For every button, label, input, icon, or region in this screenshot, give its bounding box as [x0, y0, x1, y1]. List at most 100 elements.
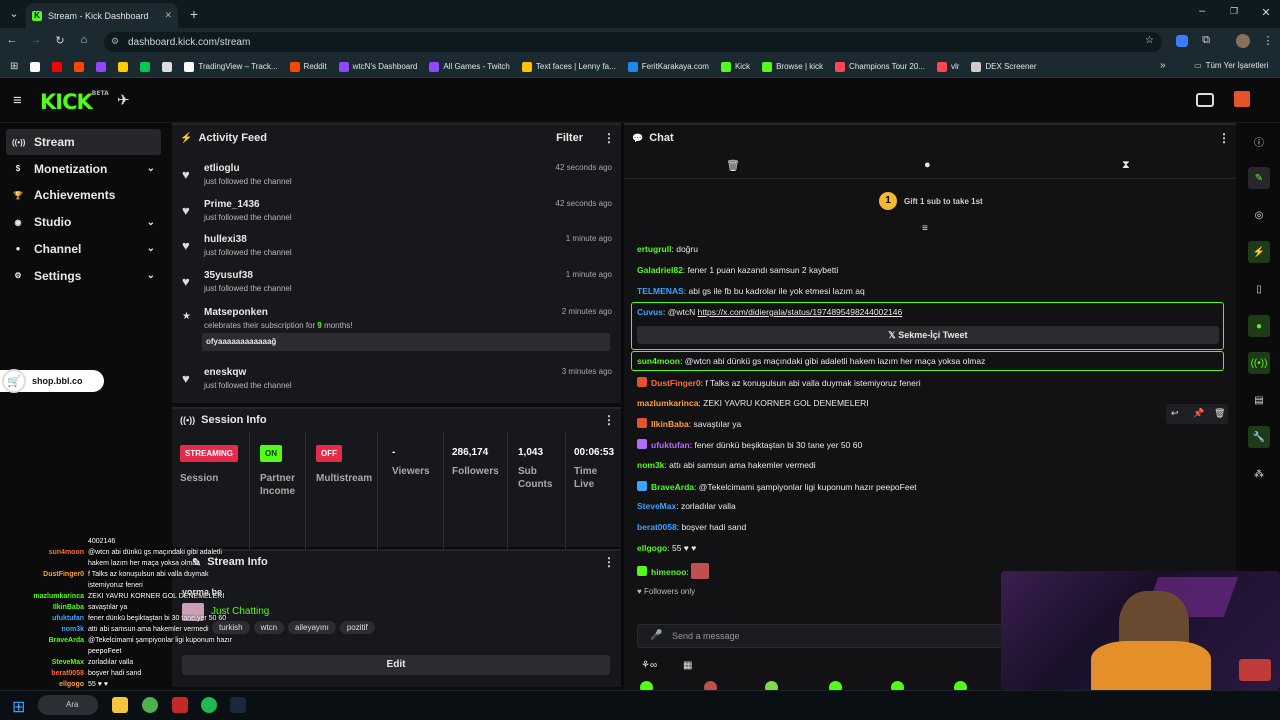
edit-stream-button[interactable]: Edit — [182, 655, 610, 675]
chat-username[interactable]: SteveMax — [637, 501, 676, 511]
chat-username[interactable]: sun4moon — [637, 356, 680, 366]
app-icon[interactable] — [172, 697, 188, 713]
shop-pill[interactable]: 🛒 shop.bbl.co — [0, 369, 104, 393]
layout-icon[interactable]: ▤ — [1248, 389, 1270, 411]
tab-search-icon[interactable]: ⌄ — [4, 7, 24, 20]
chat-username[interactable]: TELMENAS — [637, 286, 684, 296]
chat-username[interactable]: BraveArda — [651, 482, 694, 492]
sidebar-item-channel[interactable]: ● Channel ⌄ — [6, 236, 161, 262]
apps-grid-icon[interactable]: ⊞ — [4, 61, 24, 72]
file-icon[interactable]: ▯ — [1248, 278, 1270, 300]
activity-user[interactable]: 35yusuf38 — [204, 270, 253, 281]
new-tab-icon[interactable]: + — [184, 6, 204, 22]
chat-username[interactable]: himenoo — [651, 567, 686, 577]
bookmark-item[interactable]: All Games - Twitch — [423, 61, 516, 72]
extensions-puzzle-icon[interactable]: ⧉ — [1196, 34, 1216, 47]
camera-icon[interactable]: ◎ — [1248, 204, 1270, 226]
hamburger-menu-icon[interactable]: ≡ — [13, 92, 22, 109]
chrome-icon[interactable] — [142, 697, 158, 713]
reload-icon[interactable]: ↻ — [50, 34, 70, 47]
chat-username[interactable]: berat0058 — [637, 522, 677, 532]
tab-close-icon[interactable]: ✕ — [164, 10, 172, 21]
stream-tag[interactable]: turkish — [212, 621, 250, 634]
activity-user[interactable]: etlioglu — [204, 163, 240, 174]
bookmark-item[interactable]: Kick — [715, 61, 756, 72]
bookmark-item[interactable]: Browse | kick — [756, 61, 829, 72]
taskbar-search[interactable]: Ara — [38, 695, 98, 715]
chat-username[interactable]: DustFinger0 — [651, 378, 701, 388]
maximize-icon[interactable]: ❐ — [1224, 6, 1244, 17]
bookmark-star-icon[interactable]: ☆ — [1145, 35, 1154, 46]
chevron-down-icon[interactable]: ⌄ — [147, 270, 155, 281]
edit-icon[interactable]: ✎ — [1248, 167, 1270, 189]
broadcast-preview-icon[interactable] — [1196, 93, 1214, 107]
chat-mode-icon[interactable]: ● — [924, 159, 931, 171]
microphone-icon[interactable]: 🎤 — [650, 630, 662, 641]
chat-username[interactable]: ertugrull — [637, 244, 671, 254]
chevron-down-icon[interactable]: ⌄ — [147, 163, 155, 174]
wrench-icon[interactable]: 🔧 — [1248, 426, 1270, 448]
channel-avatar[interactable] — [1234, 91, 1250, 107]
chevron-down-icon[interactable]: ⌄ — [147, 217, 155, 228]
bookmark-item[interactable] — [134, 61, 156, 72]
chat-username[interactable]: ufuktufan — [651, 440, 690, 450]
home-icon[interactable]: ⌂ — [74, 34, 94, 46]
forward-icon[interactable]: → — [26, 34, 46, 46]
bookmark-item[interactable]: Reddit — [284, 61, 333, 72]
slow-mode-hourglass-icon[interactable]: ⧗ — [1122, 159, 1130, 172]
stream-info-menu-icon[interactable]: ⋮ — [603, 555, 615, 569]
trash-icon[interactable]: 🗑 — [726, 159, 740, 172]
sidebar-item-settings[interactable]: ⚙ Settings ⌄ — [6, 263, 161, 289]
file-explorer-icon[interactable] — [112, 697, 128, 713]
all-bookmarks[interactable]: ▭ Tüm Yer İşaretleri — [1188, 61, 1274, 70]
sidebar-item-stream[interactable]: ((•)) Stream — [6, 129, 161, 155]
sidebar-item-studio[interactable]: ◉ Studio ⌄ — [6, 209, 161, 235]
chat-username[interactable]: nom3k — [637, 460, 664, 470]
chat-username[interactable]: IlkinBaba — [651, 419, 689, 429]
extension-icon[interactable] — [1176, 35, 1188, 47]
bookmark-item[interactable]: Text faces | Lenny fa... — [516, 61, 622, 72]
chat-username[interactable]: Galadriel82 — [637, 265, 683, 275]
sidebar-item-monetization[interactable]: $ Monetization ⌄ — [6, 156, 161, 182]
browser-tab[interactable]: K Stream - Kick Dashboard ✕ — [26, 3, 178, 28]
rocket-icon[interactable]: ✈ — [117, 91, 130, 109]
tweet-embed-button[interactable]: 𝕏 Sekme-İçi Tweet — [637, 326, 1219, 344]
url-input[interactable]: ⚙ dashboard.kick.com/stream ☆ — [104, 32, 1162, 52]
activity-user[interactable]: eneskqw — [204, 367, 246, 378]
connect-icon[interactable]: ⁂ — [1248, 463, 1270, 485]
bookmark-item[interactable]: FeritKarakaya.com — [622, 61, 715, 72]
gift-leaderboard-badge[interactable]: 1 — [879, 192, 897, 210]
pinned-toggle-icon[interactable]: ≡ — [922, 223, 928, 234]
activity-user[interactable]: Prime_1436 — [204, 199, 260, 210]
stream-tag[interactable]: wtcn — [253, 621, 285, 634]
chat-username[interactable]: mazlumkarinca — [637, 398, 698, 408]
sidebar-item-achievements[interactable]: 🏆 Achievements — [6, 182, 161, 208]
windows-start-icon[interactable]: ⊞ — [12, 697, 25, 717]
spotify-icon[interactable] — [201, 697, 217, 713]
chat-username[interactable]: Cuvus — [637, 307, 663, 317]
stream-tag[interactable]: pozitif — [339, 621, 375, 634]
multistream-off-badge[interactable]: OFF — [316, 445, 342, 462]
chat-username[interactable]: ellgogo — [637, 543, 667, 553]
bookmark-item[interactable]: DEX Screener — [965, 61, 1042, 72]
profile-avatar[interactable] — [1236, 34, 1250, 48]
site-info-icon[interactable]: ⚙ — [111, 36, 119, 47]
window-close-icon[interactable]: ✕ — [1256, 6, 1276, 19]
bookmark-item[interactable]: vlr — [931, 61, 965, 72]
activity-menu-icon[interactable]: ⋮ — [603, 131, 615, 145]
kick-logo[interactable]: KICKBETA — [40, 90, 109, 114]
gift-sub-text[interactable]: Gift 1 sub to take 1st — [904, 197, 983, 206]
bookmark-item[interactable] — [68, 61, 90, 72]
back-icon[interactable]: ← — [2, 34, 22, 46]
bookmark-item[interactable]: Champions Tour 20... — [829, 61, 931, 72]
store-icon[interactable]: ▦ — [683, 660, 692, 671]
chevron-down-icon[interactable]: ⌄ — [147, 243, 155, 254]
bolt-icon[interactable]: ⚡ — [1248, 241, 1270, 263]
bookmark-item[interactable] — [156, 61, 178, 72]
bookmark-item[interactable] — [24, 61, 46, 72]
reply-icon[interactable]: ↩ — [1171, 408, 1179, 419]
minimize-icon[interactable]: – — [1192, 5, 1212, 17]
stream-tag[interactable]: aileyayını — [288, 621, 336, 634]
chat-input[interactable]: 🎤 Send a message — [637, 624, 1037, 648]
pin-icon[interactable]: 📌 — [1193, 408, 1204, 419]
